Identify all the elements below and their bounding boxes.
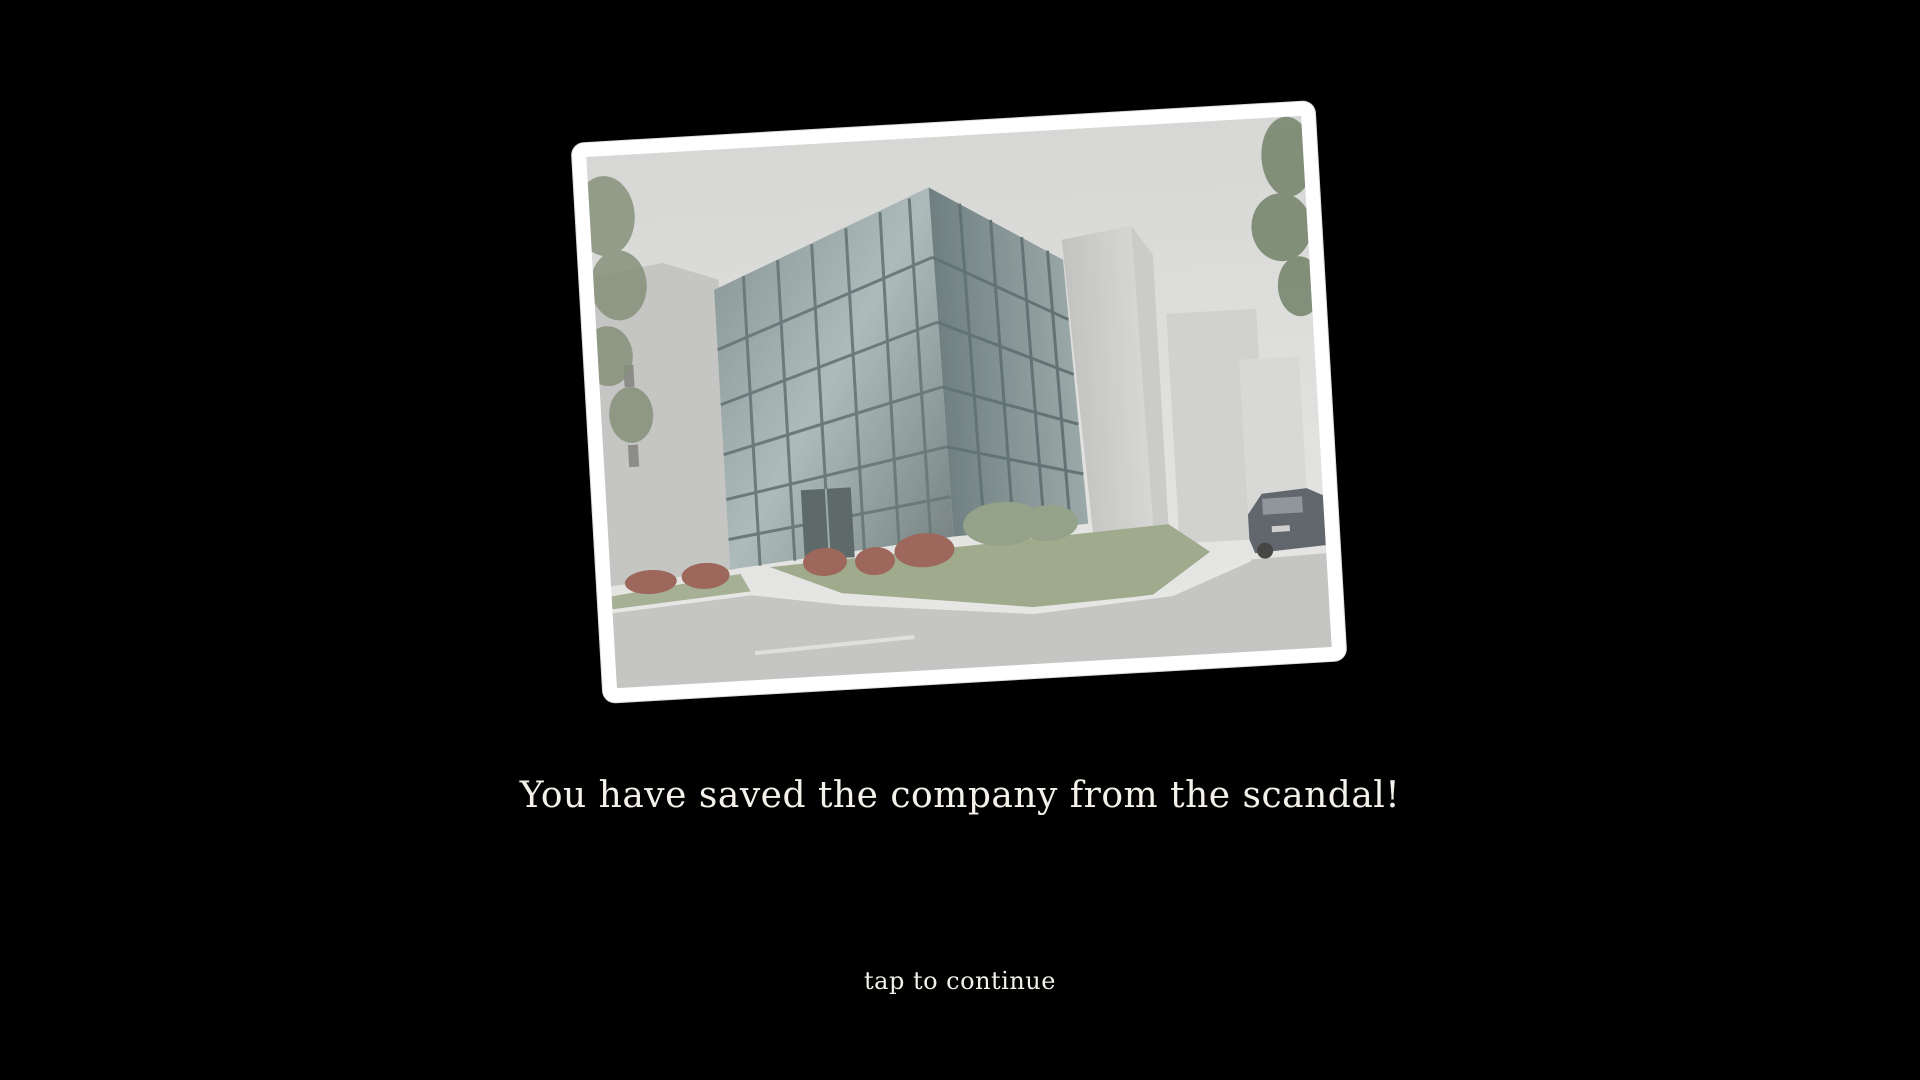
ending-message: You have saved the company from the scan… [519,775,1401,816]
tap-to-continue-prompt[interactable]: tap to continue [0,967,1920,995]
polaroid-photo-card [571,101,1347,703]
office-building-illustration [586,115,1332,689]
ending-screen[interactable]: You have saved the company from the scan… [0,0,1920,1080]
office-building-photo [586,115,1332,689]
